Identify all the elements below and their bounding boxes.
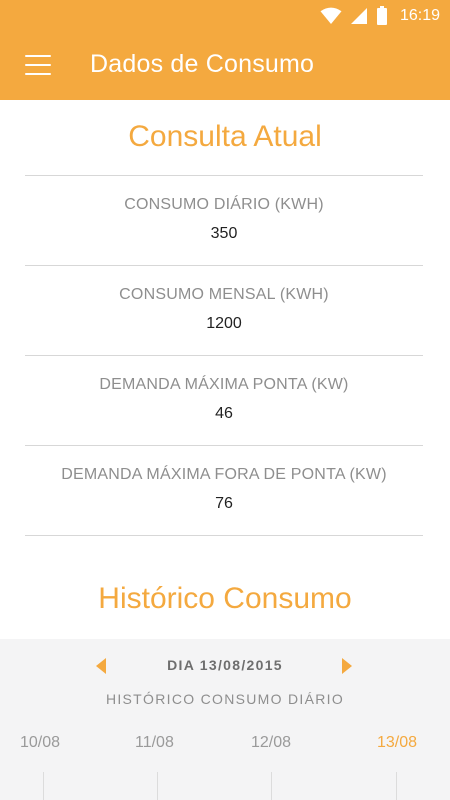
metric-label: CONSUMO MENSAL (KWH) (119, 286, 329, 303)
app-header: 16:19 Dados de Consumo (0, 0, 450, 100)
status-bar: 16:19 (0, 0, 450, 32)
date-tab[interactable]: 12/08 (251, 734, 291, 752)
chevron-right-icon[interactable] (342, 658, 352, 674)
history-subtitle: HISTÓRICO CONSUMO DIÁRIO (105, 691, 345, 707)
metric-value: 76 (215, 495, 233, 512)
date-tab[interactable]: 10/08 (20, 734, 60, 752)
metric-value: 46 (215, 405, 233, 422)
chart-gridline (43, 772, 44, 800)
page-title: Dados de Consumo (90, 50, 315, 78)
current-section-title: Consulta Atual (128, 120, 322, 153)
history-chart-area (0, 772, 450, 800)
chart-gridline (157, 772, 158, 800)
selected-day-label: DIA 13/08/2015 (167, 657, 283, 673)
signal-icon (350, 7, 368, 25)
metric-offpeak-demand: DEMANDA MÁXIMA FORA DE PONTA (KW) 76 (25, 445, 423, 535)
metric-monthly-consumption: CONSUMO MENSAL (KWH) 1200 (25, 265, 423, 355)
metric-value: 350 (210, 225, 238, 242)
battery-icon (376, 6, 388, 26)
chart-gridline (396, 772, 397, 800)
history-panel: DIA 13/08/2015 HISTÓRICO CONSUMO DIÁRIO … (0, 639, 450, 800)
date-tab-selected[interactable]: 13/08 (377, 734, 417, 752)
status-time: 16:19 (399, 7, 440, 24)
menu-icon[interactable] (25, 55, 51, 75)
chart-gridline (271, 772, 272, 800)
metric-value: 1200 (206, 315, 242, 332)
status-icons: 16:19 (320, 6, 440, 26)
metric-peak-demand: DEMANDA MÁXIMA PONTA (KW) 46 (25, 355, 423, 445)
date-tab[interactable]: 11/08 (135, 734, 174, 752)
metric-label: DEMANDA MÁXIMA FORA DE PONTA (KW) (61, 466, 387, 483)
history-section-title: Histórico Consumo (98, 582, 352, 615)
metric-daily-consumption: CONSUMO DIÁRIO (KWH) 350 (25, 175, 423, 265)
wifi-icon (320, 7, 342, 25)
divider (25, 535, 423, 536)
metric-label: DEMANDA MÁXIMA PONTA (KW) (99, 376, 349, 393)
metric-label: CONSUMO DIÁRIO (KWH) (124, 196, 324, 213)
